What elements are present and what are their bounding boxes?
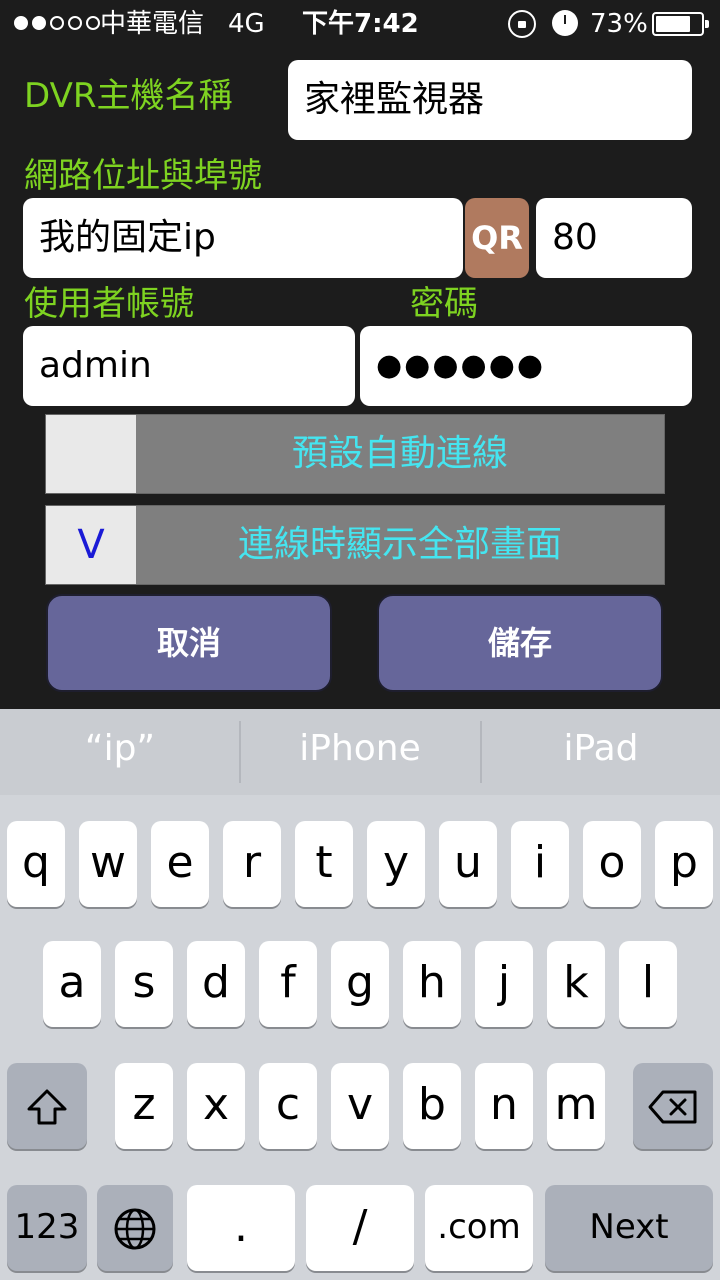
status-time: 下午7:42 [302, 9, 419, 39]
key-r[interactable]: r [223, 821, 281, 907]
fullscreen-checkbox[interactable]: V [46, 506, 136, 584]
suggestion-item[interactable]: iPad [481, 709, 720, 795]
shift-key[interactable] [7, 1063, 87, 1149]
key-t[interactable]: t [295, 821, 353, 907]
key-f[interactable]: f [259, 941, 317, 1027]
dotcom-key[interactable]: .com [425, 1185, 533, 1271]
globe-key[interactable] [97, 1185, 173, 1271]
key-g[interactable]: g [331, 941, 389, 1027]
globe-icon [114, 1208, 156, 1250]
slash-key[interactable]: / [306, 1185, 414, 1271]
port-input[interactable]: 80 [536, 198, 692, 278]
key-y[interactable]: y [367, 821, 425, 907]
rotation-lock-icon [508, 10, 536, 38]
keyboard: “ip” iPhone iPad q w e r t y u i o p a s… [0, 709, 720, 1280]
shift-icon [27, 1089, 67, 1125]
key-m[interactable]: m [547, 1063, 605, 1149]
battery-percentage: 73% [590, 9, 648, 39]
key-d[interactable]: d [187, 941, 245, 1027]
fullscreen-label: 連線時顯示全部畫面 [237, 524, 562, 565]
key-z[interactable]: z [115, 1063, 173, 1149]
key-l[interactable]: l [619, 941, 677, 1027]
signal-strength-icon [14, 16, 100, 30]
key-s[interactable]: s [115, 941, 173, 1027]
password-input[interactable]: ●●●●●● [360, 326, 692, 406]
qr-scan-button[interactable]: QR [465, 198, 529, 278]
key-w[interactable]: w [79, 821, 137, 907]
suggestion-item[interactable]: “ip” [0, 709, 240, 795]
username-label: 使用者帳號 [24, 284, 194, 324]
dvr-name-label: DVR主機名稱 [24, 76, 233, 116]
numbers-key[interactable]: 123 [7, 1185, 87, 1271]
key-v[interactable]: v [331, 1063, 389, 1149]
dvr-name-input[interactable]: 家裡監視器 [288, 60, 692, 140]
network-type: 4G [228, 9, 265, 39]
fullscreen-option[interactable]: V 連線時顯示全部畫面 [45, 505, 665, 585]
key-x[interactable]: x [187, 1063, 245, 1149]
key-q[interactable]: q [7, 821, 65, 907]
battery-icon [652, 12, 709, 36]
username-input[interactable]: admin [23, 326, 355, 406]
address-port-label: 網路位址與埠號 [24, 156, 262, 196]
password-label: 密碼 [410, 284, 478, 324]
key-j[interactable]: j [475, 941, 533, 1027]
key-i[interactable]: i [511, 821, 569, 907]
auto-connect-option[interactable]: 預設自動連線 [45, 414, 665, 494]
key-e[interactable]: e [151, 821, 209, 907]
address-input[interactable]: 我的固定ip [23, 198, 463, 278]
next-key[interactable]: Next [545, 1185, 713, 1271]
key-u[interactable]: u [439, 821, 497, 907]
delete-icon [648, 1090, 697, 1124]
save-button[interactable]: 儲存 [377, 594, 663, 692]
alarm-icon [552, 10, 578, 36]
key-c[interactable]: c [259, 1063, 317, 1149]
key-n[interactable]: n [475, 1063, 533, 1149]
key-b[interactable]: b [403, 1063, 461, 1149]
key-a[interactable]: a [43, 941, 101, 1027]
period-key[interactable]: . [187, 1185, 295, 1271]
key-h[interactable]: h [403, 941, 461, 1027]
suggestion-bar: “ip” iPhone iPad [0, 709, 720, 795]
key-k[interactable]: k [547, 941, 605, 1027]
cancel-button[interactable]: 取消 [46, 594, 332, 692]
status-bar: 中華電信 4G 下午7:42 73% [0, 0, 720, 48]
suggestion-item[interactable]: iPhone [240, 709, 480, 795]
key-p[interactable]: p [655, 821, 713, 907]
key-o[interactable]: o [583, 821, 641, 907]
delete-key[interactable] [633, 1063, 713, 1149]
carrier-name: 中華電信 [100, 9, 205, 39]
auto-connect-label: 預設自動連線 [291, 433, 508, 474]
auto-connect-checkbox[interactable] [46, 415, 136, 493]
